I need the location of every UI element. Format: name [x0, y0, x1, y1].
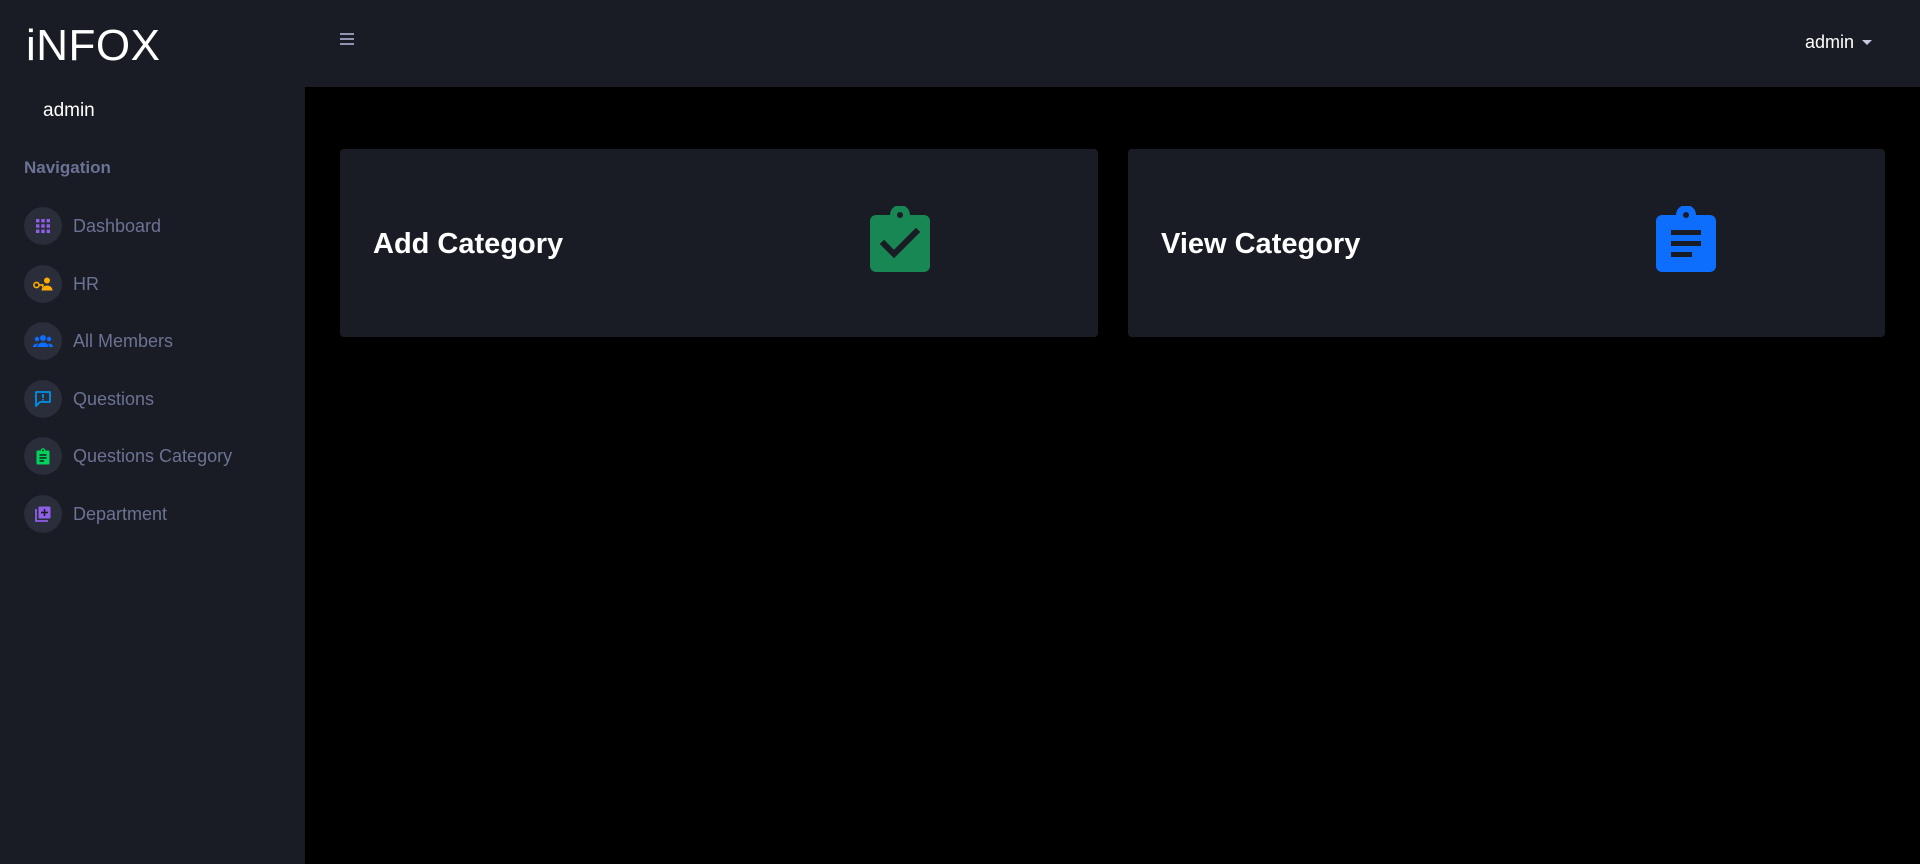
chevron-down-icon [1862, 39, 1872, 45]
sidebar-item-label: All Members [73, 331, 174, 352]
sidebar-item-department[interactable]: Department [24, 494, 294, 533]
grid-icon [24, 207, 62, 245]
view-category-card[interactable]: View Category [1128, 149, 1885, 337]
sidebar-item-label: Dashboard [73, 216, 162, 236]
sidebar-item-label: Questions [73, 388, 155, 409]
library-plus-icon [24, 494, 62, 533]
clipboard-check-icon [870, 205, 930, 272]
add-category-card[interactable]: Add Category [340, 149, 1098, 337]
sidebar-item-questions[interactable]: Questions [24, 379, 294, 418]
sidebar-item-label: Department [73, 503, 168, 524]
sidebar-item-label: HR [73, 273, 99, 294]
add-category-title: Add Category [373, 228, 564, 260]
sidebar-user-name: admin [43, 100, 95, 121]
nav-list: Dashboard HR All Members Questions Quest… [24, 207, 294, 553]
sidebar-item-hr[interactable]: HR [24, 264, 294, 303]
top-navbar: admin [305, 0, 1920, 87]
message-alert-icon [24, 379, 62, 418]
user-dropdown-label: admin [1804, 32, 1854, 52]
sidebar-item-label: Questions Category [73, 446, 233, 467]
sidebar-item-all-members[interactable]: All Members [24, 322, 294, 361]
menu-toggle-icon[interactable] [340, 33, 356, 47]
sidebar: iNFOX admin Navigation Dashboard HR All … [0, 0, 305, 864]
user-key-icon [24, 264, 62, 303]
user-dropdown[interactable]: admin [1805, 30, 1872, 54]
clipboard-text-icon [1656, 205, 1716, 272]
nav-heading: Navigation [24, 158, 111, 177]
clipboard-text-icon [24, 437, 62, 476]
sidebar-item-dashboard[interactable]: Dashboard [24, 207, 294, 245]
sidebar-item-questions-category[interactable]: Questions Category [24, 437, 294, 476]
brand-logo[interactable]: iNFOX [26, 20, 161, 72]
users-icon [24, 322, 62, 361]
view-category-title: View Category [1161, 228, 1361, 260]
